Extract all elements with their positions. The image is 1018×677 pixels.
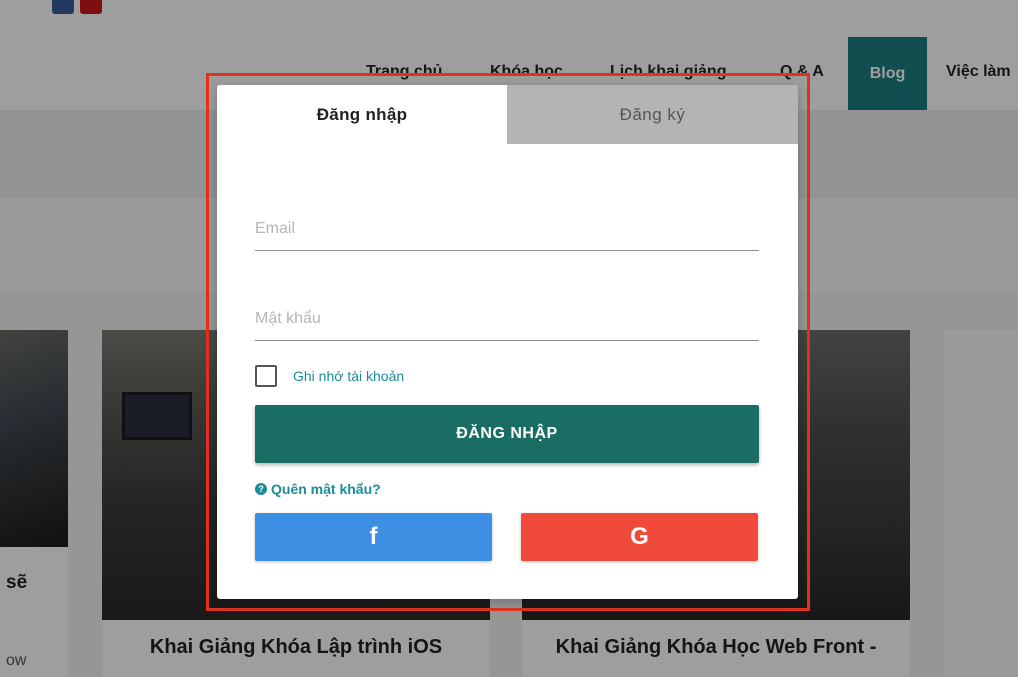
auth-tabs: Đăng nhập Đăng ký xyxy=(217,85,798,144)
remember-checkbox[interactable] xyxy=(255,365,277,387)
tab-login[interactable]: Đăng nhập xyxy=(217,85,507,144)
password-field[interactable] xyxy=(255,297,759,341)
remember-me: Ghi nhớ tài khoản xyxy=(255,365,404,387)
login-modal: Đăng nhập Đăng ký Ghi nhớ tài khoản ĐĂNG… xyxy=(217,85,798,599)
tab-register[interactable]: Đăng ký xyxy=(507,85,798,144)
google-icon: G xyxy=(630,523,649,550)
remember-label[interactable]: Ghi nhớ tài khoản xyxy=(293,368,404,384)
facebook-login-button[interactable]: f xyxy=(255,513,492,561)
google-login-button[interactable]: G xyxy=(521,513,758,561)
login-button[interactable]: ĐĂNG NHẬP xyxy=(255,405,759,463)
forgot-password-link[interactable]: ? Quên mật khẩu? xyxy=(255,481,381,497)
email-field[interactable] xyxy=(255,207,759,251)
forgot-password-label[interactable]: Quên mật khẩu? xyxy=(271,481,381,497)
facebook-icon: f xyxy=(369,523,378,550)
question-circle-icon: ? xyxy=(255,483,267,495)
